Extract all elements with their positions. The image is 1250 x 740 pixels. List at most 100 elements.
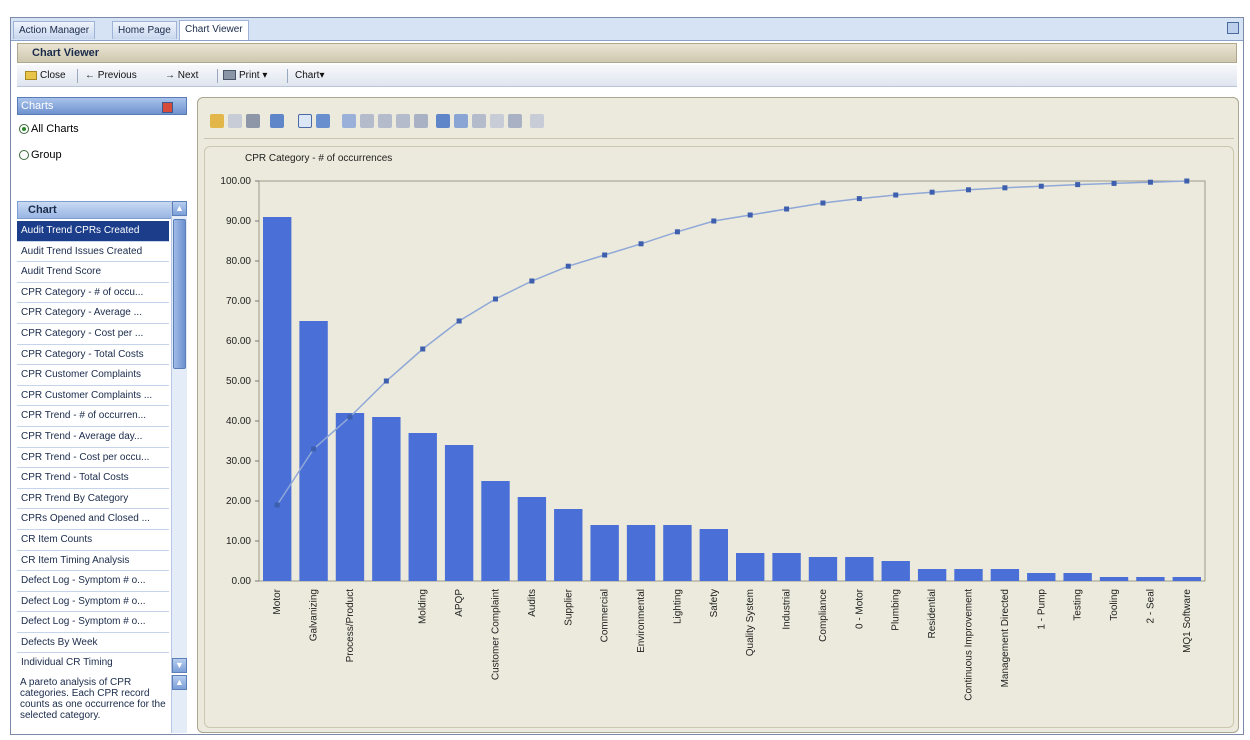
print-button[interactable]: Print ▾ (223, 68, 267, 84)
bar (1099, 577, 1129, 581)
cumulative-point (784, 206, 790, 212)
chart-description: A pareto analysis of CPR categories. Eac… (17, 675, 169, 733)
rotate-x-icon[interactable] (378, 114, 392, 128)
list-item[interactable]: Audit Trend Issues Created (17, 241, 169, 263)
list-item[interactable]: Defect Log - Symptom # o... (17, 591, 169, 613)
bar (372, 417, 401, 581)
list-item[interactable]: CPR Trend - Cost per occu... (17, 447, 169, 469)
edit-icon[interactable] (316, 114, 330, 128)
x-tick-label: Testing (1073, 589, 1084, 621)
scroll-thumb[interactable] (173, 219, 186, 369)
list-item[interactable]: CPR Category - Average ... (17, 303, 169, 324)
table-icon[interactable] (490, 114, 504, 128)
x-tick-label: Compliance (818, 589, 829, 642)
legend-icon[interactable] (454, 114, 468, 128)
bar (335, 413, 365, 581)
data-icon[interactable] (436, 114, 450, 128)
list-item[interactable]: CPRs Opened and Closed ... (17, 509, 169, 530)
chart-type-icon[interactable] (270, 114, 284, 128)
next-button[interactable]: → Next (165, 68, 198, 84)
list-item[interactable]: CPR Customer Complaints (17, 365, 169, 386)
x-tick-label: Residential (927, 589, 938, 638)
cumulative-point (711, 218, 717, 224)
export-icon[interactable] (472, 114, 486, 128)
x-tick-label: Management Directed (1000, 589, 1011, 687)
main-toolbar: Close ← Previous → Next Print ▾ Chart▾ (17, 65, 1237, 87)
cumulative-point (893, 192, 899, 198)
list-item[interactable]: CPR Category - # of occu... (17, 282, 169, 304)
charts-panel-header: Charts (17, 97, 187, 115)
x-tick-label: 0 - Motor (854, 588, 865, 629)
cumulative-point (1111, 180, 1117, 186)
chart-list-header: Chart (17, 201, 187, 219)
x-tick-label: Quality System (745, 589, 756, 656)
y-tick-label: 10.00 (226, 536, 251, 547)
list-item[interactable]: CPR Trend - Average day... (17, 426, 169, 448)
chart-title: CPR Category - # of occurrences (245, 153, 392, 164)
perspective-icon[interactable] (414, 114, 428, 128)
radio-all-charts[interactable]: All Charts (19, 121, 79, 137)
cumulative-point (602, 252, 608, 258)
x-tick-label: Continuous Improvement (964, 589, 975, 701)
scroll-up-icon[interactable]: ▲ (172, 201, 187, 216)
list-item[interactable]: CR Item Timing Analysis (17, 550, 169, 572)
grid-icon[interactable] (360, 114, 374, 128)
magnify-icon[interactable] (508, 114, 522, 128)
list-item[interactable]: CPR Category - Total Costs (17, 344, 169, 366)
radio-group[interactable]: Group (19, 147, 62, 163)
cumulative-point (565, 263, 571, 269)
list-item[interactable]: CR Item Counts (17, 529, 169, 551)
bar (663, 525, 692, 581)
chart-list-title: Chart (28, 204, 57, 216)
bar (263, 217, 292, 581)
rotate-y-icon[interactable] (396, 114, 410, 128)
select-pointer-icon[interactable] (298, 114, 312, 128)
cumulative-point (747, 212, 753, 218)
tab-home-page[interactable]: Home Page (112, 21, 177, 39)
cumulative-point (420, 346, 426, 352)
scroll-up-icon[interactable]: ▲ (172, 675, 187, 690)
y-axis: 100.00 90.00 80.00 70.00 60.00 50.00 40.00 30.0… (220, 176, 1206, 587)
list-item[interactable]: CPR Trend By Category (17, 488, 169, 510)
cumulative-point (674, 229, 680, 235)
cumulative-point (347, 414, 353, 420)
x-tick-label: Audits (527, 589, 538, 617)
list-item[interactable]: CPR Trend - # of occurren... (17, 406, 169, 427)
chart-menu-button[interactable]: Chart▾ (295, 68, 324, 84)
wizard-icon[interactable] (210, 114, 224, 128)
list-item[interactable]: Defect Log - Symptom # o... (17, 571, 169, 592)
cumulative-point (638, 241, 644, 247)
tools-icon[interactable] (530, 114, 544, 128)
print-icon[interactable] (246, 114, 260, 128)
charts-panel-title: Charts (21, 100, 54, 112)
list-item[interactable]: Defects By Week (17, 632, 169, 654)
cumulative-point (966, 187, 971, 193)
restore-window-icon[interactable] (1227, 22, 1239, 34)
tab-chart-viewer[interactable]: Chart Viewer (179, 20, 249, 40)
close-icon[interactable] (162, 102, 173, 113)
y-tick-label: 100.00 (220, 176, 251, 187)
pareto-chart: CPR Category - # of occurrences 100.00 90… (220, 153, 1206, 701)
list-item[interactable]: Defect Log - Symptom # o... (17, 612, 169, 633)
list-item[interactable]: CPR Customer Complaints ... (17, 385, 169, 407)
previous-button[interactable]: ← Previous (85, 68, 137, 84)
tab-action-manager[interactable]: Action Manager (13, 21, 96, 39)
list-item[interactable]: Individual CR Timing (17, 653, 169, 673)
list-item[interactable]: CPR Trend - Total Costs (17, 468, 169, 489)
scroll-down-icon[interactable]: ▼ (172, 658, 187, 673)
close-button[interactable]: Close (25, 68, 66, 84)
list-item[interactable]: CPR Category - Cost per ... (17, 323, 169, 345)
description-scrollbar[interactable]: ▲ (171, 675, 187, 733)
chart-list-scrollbar[interactable]: ▲ ▼ (171, 201, 187, 673)
zoom-icon[interactable] (342, 114, 356, 128)
list-item[interactable]: Audit Trend Score (17, 262, 169, 283)
bar (517, 497, 547, 581)
chart-list: Audit Trend CPRs Created Audit Trend Issu… (17, 221, 169, 673)
radio-selected-icon (19, 124, 29, 135)
x-tick-label: Galvanizing (309, 589, 320, 641)
copy-icon[interactable] (228, 114, 242, 128)
bar (808, 557, 838, 581)
bar (444, 445, 474, 581)
list-item[interactable]: Audit Trend CPRs Created (17, 221, 169, 242)
app-window: Action Manager Home Page Chart Viewer Ch… (10, 17, 1244, 735)
